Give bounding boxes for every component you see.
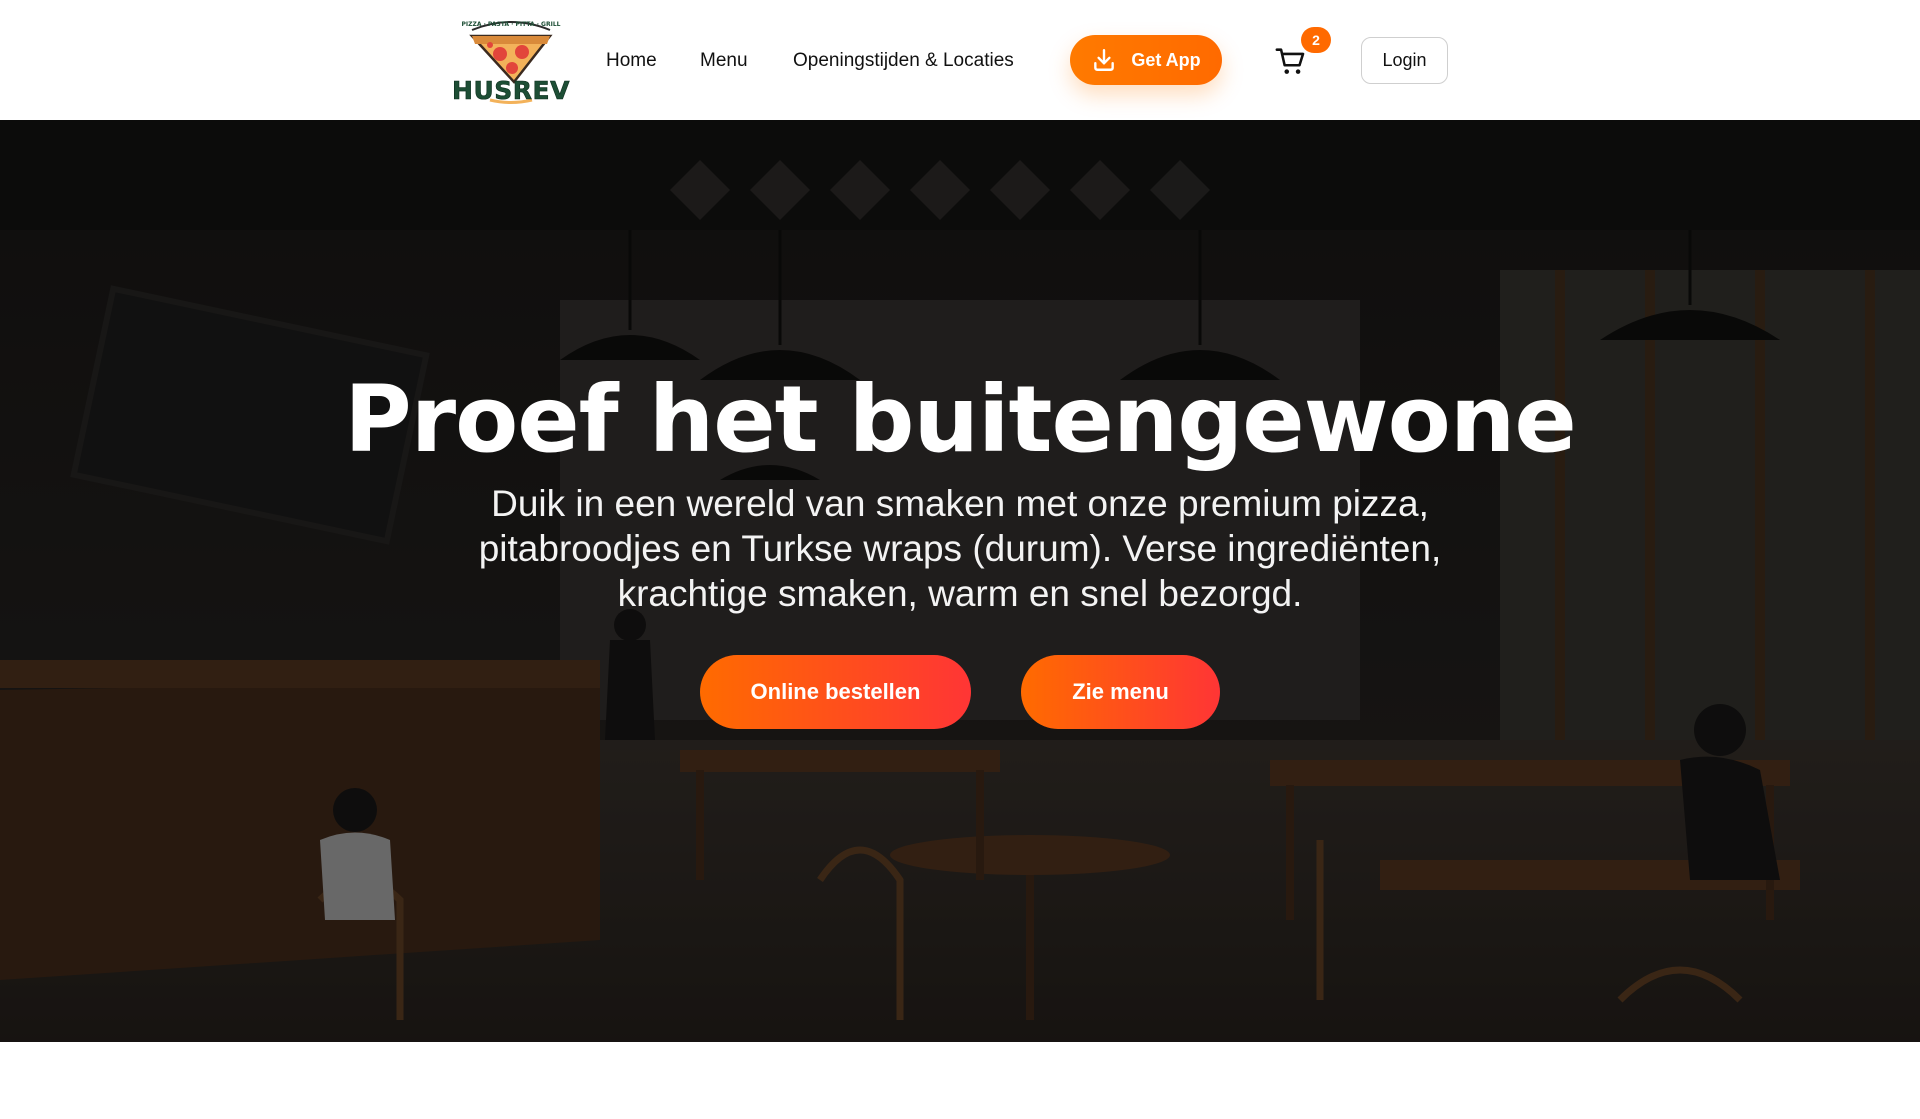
view-menu-button[interactable]: Zie menu bbox=[1021, 655, 1220, 729]
hero-title: Proef het buitengewone bbox=[344, 366, 1576, 473]
husrev-logo[interactable]: PIZZA · PASTA · PITTA · GRILL HUSREV bbox=[450, 12, 572, 108]
cart-icon[interactable] bbox=[1274, 44, 1308, 78]
get-app-label: Get App bbox=[1131, 49, 1201, 70]
nav-home-link[interactable]: Home bbox=[606, 48, 657, 74]
site-header: PIZZA · PASTA · PITTA · GRILL HUSREV Hom… bbox=[0, 0, 1920, 120]
hero-section: Proef het buitengewone Duik in een werel… bbox=[0, 120, 1920, 1042]
cart-count-badge: 2 bbox=[1301, 27, 1331, 53]
nav-bar: PIZZA · PASTA · PITTA · GRILL HUSREV Hom… bbox=[450, 0, 1460, 120]
svg-text:PIZZA · PASTA · PITTA · GRILL: PIZZA · PASTA · PITTA · GRILL bbox=[462, 21, 561, 28]
get-app-button[interactable]: Get App bbox=[1070, 35, 1222, 85]
nav-menu-link[interactable]: Menu bbox=[700, 48, 748, 74]
logo-brand-text: HUSREV bbox=[452, 76, 570, 106]
download-icon bbox=[1094, 49, 1115, 71]
nav-locations-link[interactable]: Openingstijden & Locaties bbox=[793, 48, 1014, 74]
login-button[interactable]: Login bbox=[1361, 37, 1448, 84]
online-order-button[interactable]: Online bestellen bbox=[700, 655, 971, 729]
hero-subtitle: Duik in een wereld van smaken met onze p… bbox=[478, 483, 1442, 614]
